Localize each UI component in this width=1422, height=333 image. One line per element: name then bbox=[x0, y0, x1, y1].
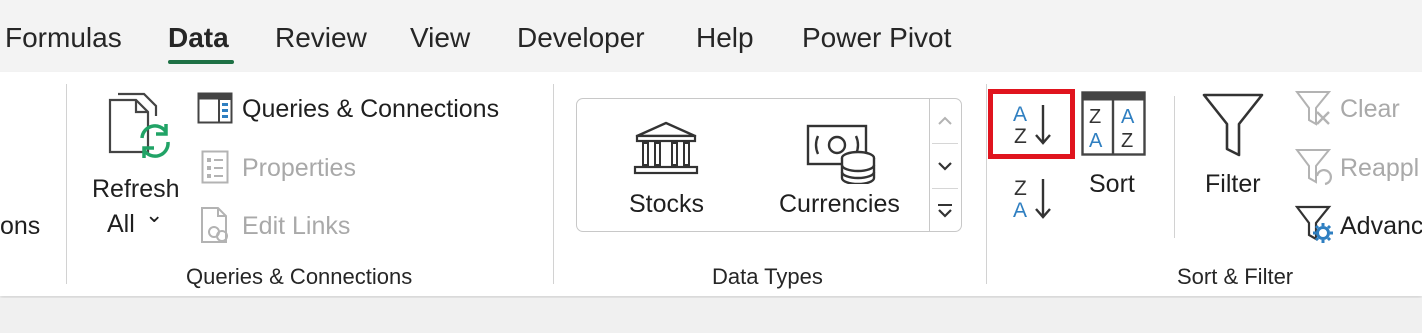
data-types-group-label: Data Types bbox=[712, 264, 823, 289]
queries-connections-group-label: Queries & Connections bbox=[186, 264, 413, 289]
tab-help[interactable]: Help bbox=[696, 22, 754, 54]
tab-power-pivot[interactable]: Power Pivot bbox=[802, 22, 951, 54]
currencies-label: Currencies bbox=[779, 190, 900, 218]
chevron-down-icon: ⌄ bbox=[145, 202, 164, 227]
refresh-all-label-2: All bbox=[107, 210, 135, 238]
svg-text:Z: Z bbox=[1121, 130, 1133, 152]
sort-descending-icon: Z A bbox=[1013, 177, 1051, 222]
advanced-label: Advanc bbox=[1340, 212, 1422, 240]
group-separator bbox=[986, 84, 987, 284]
sort-filter-group-label: Sort & Filter bbox=[1177, 264, 1294, 289]
advanced-filter-icon bbox=[1295, 205, 1333, 243]
sort-dialog-icon: Z A A Z bbox=[1081, 91, 1146, 156]
sort-za-letter-a: A bbox=[1013, 199, 1027, 222]
formula-area-strip bbox=[0, 298, 1422, 333]
svg-text:A: A bbox=[1121, 106, 1135, 128]
gallery-scroll-down-button[interactable] bbox=[930, 144, 960, 188]
group-separator bbox=[1174, 96, 1175, 238]
clear-filter-icon bbox=[1295, 91, 1332, 126]
sort-za-letter-z: Z bbox=[1014, 177, 1027, 200]
filter-label: Filter bbox=[1205, 170, 1261, 198]
stocks-bank-icon bbox=[633, 121, 699, 175]
tab-review[interactable]: Review bbox=[275, 22, 367, 54]
tab-developer[interactable]: Developer bbox=[517, 22, 645, 54]
gallery-scroller bbox=[929, 98, 962, 232]
highlight-box bbox=[988, 89, 1075, 159]
tab-formulas[interactable]: Formulas bbox=[5, 22, 122, 54]
reapply-label: Reappl bbox=[1340, 154, 1420, 182]
properties-label: Properties bbox=[242, 154, 356, 182]
properties-icon bbox=[201, 150, 229, 184]
gallery-scroll-up-button[interactable] bbox=[930, 99, 960, 143]
queries-connections-label: Queries & Connections bbox=[242, 95, 500, 123]
queries-connections-icon bbox=[197, 92, 233, 124]
currencies-icon bbox=[806, 124, 876, 184]
edit-links-icon bbox=[201, 207, 228, 243]
tab-view[interactable]: View bbox=[410, 22, 470, 54]
chevron-up-icon bbox=[938, 116, 952, 125]
filter-funnel-icon bbox=[1202, 93, 1264, 157]
svg-text:Z: Z bbox=[1089, 106, 1101, 128]
group-separator bbox=[553, 84, 554, 284]
clear-label: Clear bbox=[1340, 95, 1400, 123]
svg-text:A: A bbox=[1089, 130, 1103, 152]
edit-links-label: Edit Links bbox=[242, 212, 351, 240]
reapply-filter-icon bbox=[1295, 149, 1332, 186]
chevron-down-icon bbox=[938, 162, 952, 171]
stocks-label: Stocks bbox=[629, 190, 705, 218]
expand-gallery-icon bbox=[938, 204, 952, 218]
refresh-all-label-1: Refresh bbox=[92, 175, 180, 203]
active-tab-indicator bbox=[168, 60, 234, 64]
tab-data[interactable]: Data bbox=[168, 22, 229, 54]
sort-label: Sort bbox=[1089, 170, 1135, 198]
partial-command-label[interactable]: ons bbox=[0, 212, 40, 241]
group-separator bbox=[66, 84, 67, 284]
refresh-all-icon bbox=[108, 92, 170, 158]
ribbon-tab-bar: Formulas Data Review View Developer Help… bbox=[0, 0, 1422, 72]
gallery-more-button[interactable] bbox=[930, 189, 960, 233]
